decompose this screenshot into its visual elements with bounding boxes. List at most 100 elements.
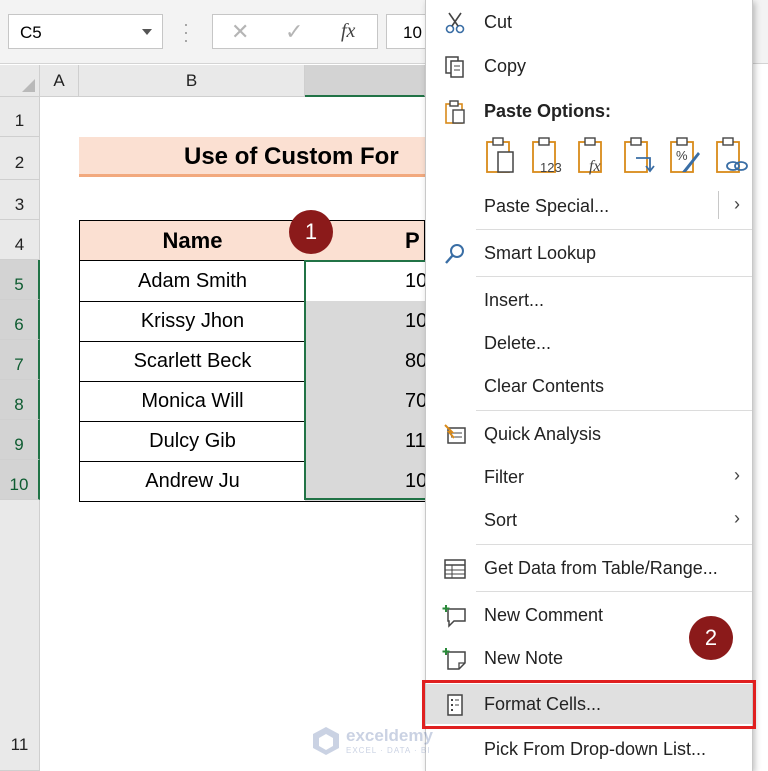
table-cell-name[interactable]: Monica Will (79, 381, 306, 422)
menu-item-label: Copy (484, 56, 527, 76)
paste-values-icon[interactable]: 123 (530, 136, 564, 176)
menu-item-label: Quick Analysis (484, 424, 602, 444)
select-all-corner[interactable] (0, 65, 40, 97)
watermark-sub: EXCEL · DATA · BI (346, 746, 431, 755)
menu-item-filter[interactable]: Filter › (426, 457, 752, 497)
column-header-c[interactable] (305, 65, 425, 97)
column-header-a[interactable]: A (40, 65, 79, 97)
cancel-icon[interactable]: ✕ (231, 19, 249, 45)
row-header-8[interactable]: 8 (0, 380, 40, 420)
paste-transpose-icon[interactable] (622, 136, 656, 176)
svg-text:fx: fx (589, 158, 601, 175)
format-cells-icon (447, 694, 463, 716)
table-cell-value[interactable]: 11 (305, 421, 425, 462)
menu-item-pick-from-list[interactable]: Pick From Drop-down List... (426, 729, 752, 769)
table-cell-value[interactable]: 10 (305, 461, 425, 502)
table-cell-value[interactable]: 70 (305, 381, 425, 422)
submenu-divider (718, 191, 719, 219)
step-badge-2: 2 (689, 616, 733, 660)
menu-item-clear-contents[interactable]: Clear Contents (426, 366, 752, 406)
menu-item-label: Sort (484, 510, 518, 530)
menu-item-label: New Comment (484, 605, 604, 625)
menu-item-label: Clear Contents (484, 376, 605, 396)
menu-item-delete[interactable]: Delete... (426, 323, 752, 363)
new-note-icon (442, 648, 466, 670)
function-icon[interactable]: fx (341, 20, 355, 43)
row-header-11[interactable]: 11 (0, 500, 40, 771)
menu-separator (476, 276, 752, 277)
menu-item-cut[interactable]: Cut (426, 2, 752, 42)
table-cell-value[interactable]: 10 (305, 301, 425, 342)
paste-link-icon[interactable] (714, 136, 748, 176)
menu-item-label: Paste Options: (484, 101, 612, 121)
table-cell-value-active[interactable]: 10 (305, 261, 425, 302)
chevron-down-icon[interactable] (142, 29, 152, 35)
chevron-right-icon: › (734, 508, 740, 528)
menu-item-paste-special[interactable]: Paste Special... › (426, 186, 752, 226)
search-icon (445, 244, 464, 264)
row-header-9[interactable]: 9 (0, 420, 40, 460)
menu-item-insert[interactable]: Insert... (426, 280, 752, 320)
paste-options-row: 123 fx % (484, 136, 748, 178)
menu-item-get-data[interactable]: Get Data from Table/Range... (426, 548, 752, 588)
row-header-3[interactable]: 3 (0, 180, 40, 220)
watermark-name: exceldemy (346, 726, 433, 745)
row-header-1[interactable]: 1 (0, 97, 40, 137)
row-header-10[interactable]: 10 (0, 460, 40, 500)
formula-input-value: 10 (403, 23, 422, 42)
menu-separator (476, 410, 752, 411)
table-cell-name[interactable]: Adam Smith (79, 261, 306, 302)
table-cell-name[interactable]: Krissy Jhon (79, 301, 306, 342)
table-cell-name[interactable]: Dulcy Gib (79, 421, 306, 462)
table-header-name[interactable]: Name (79, 220, 306, 261)
table-cell-name[interactable]: Scarlett Beck (79, 341, 306, 382)
paste-formatting-icon[interactable]: % (668, 136, 702, 176)
menu-separator (476, 544, 752, 545)
row-header-7[interactable]: 7 (0, 340, 40, 380)
menu-item-quick-analysis[interactable]: Quick Analysis (426, 414, 752, 454)
menu-item-format-cells[interactable]: Format Cells... (426, 684, 752, 724)
table-cell-value[interactable]: 80 (305, 341, 425, 382)
menu-item-label: Get Data from Table/Range... (484, 558, 718, 578)
svg-text:%: % (676, 148, 688, 163)
chevron-right-icon: › (734, 465, 740, 485)
paste-icon[interactable] (484, 136, 518, 176)
row-header-5[interactable]: 5 (0, 260, 40, 300)
check-icon[interactable]: ✓ (285, 19, 303, 45)
svg-text:123: 123 (540, 160, 562, 175)
sheet-title[interactable]: Use of Custom For (79, 137, 425, 177)
name-box[interactable]: C5 (8, 14, 163, 49)
menu-item-label: Filter (484, 467, 524, 487)
menu-item-sort[interactable]: Sort › (426, 500, 752, 540)
step-badge-1: 1 (289, 210, 333, 254)
menu-item-label: Cut (484, 12, 513, 32)
name-box-value: C5 (20, 23, 42, 42)
menu-item-label: Pick From Drop-down List... (484, 739, 707, 759)
row-header-4[interactable]: 4 (0, 220, 40, 260)
clipboard-icon (445, 100, 465, 124)
paste-formulas-icon[interactable]: fx (576, 136, 610, 176)
menu-item-smart-lookup[interactable]: Smart Lookup (426, 233, 752, 273)
table-cell-name[interactable]: Andrew Ju (79, 461, 306, 502)
menu-item-label: Insert... (484, 290, 545, 310)
menu-item-label: New Note (484, 648, 564, 668)
copy-icon (445, 56, 464, 78)
column-header-b[interactable]: B (79, 65, 305, 97)
menu-item-label: Delete... (484, 333, 552, 353)
select-all-icon (22, 79, 35, 92)
table-icon (444, 559, 466, 579)
row-header-6[interactable]: 6 (0, 300, 40, 340)
formula-buttons: ✕ ✓ fx (212, 14, 378, 49)
chevron-right-icon: › (734, 194, 740, 214)
drag-handle-icon[interactable]: · · · (183, 15, 189, 49)
row-header-2[interactable]: 2 (0, 137, 40, 180)
menu-item-label: Paste Special... (484, 196, 610, 216)
scissors-icon (445, 12, 465, 34)
watermark-logo-icon (313, 727, 339, 755)
menu-separator (476, 591, 752, 592)
quick-analysis-icon (444, 424, 466, 444)
menu-separator (476, 229, 752, 230)
menu-item-label: Smart Lookup (484, 243, 597, 263)
menu-item-paste-options: Paste Options: (426, 91, 752, 131)
menu-item-copy[interactable]: Copy (426, 46, 752, 86)
